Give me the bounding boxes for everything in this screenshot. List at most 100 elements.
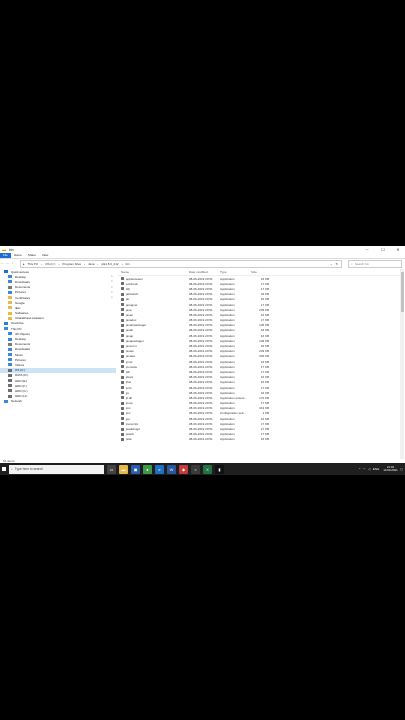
file-date: 08-06-2019 20:51 bbox=[189, 437, 213, 442]
file-name: javapackager bbox=[126, 338, 144, 343]
nav-item[interactable]: Network bbox=[0, 399, 116, 404]
network-icon bbox=[4, 399, 8, 403]
breadcrumb-java[interactable]: Java bbox=[88, 262, 94, 266]
search-box[interactable]: ⌕ Search bin bbox=[348, 260, 402, 268]
notification-icon[interactable]: ▢ bbox=[400, 467, 403, 471]
pictures-icon bbox=[8, 358, 12, 362]
clock[interactable]: 21:02 10-09-2021 bbox=[383, 465, 397, 473]
column-size[interactable]: Size bbox=[251, 270, 281, 274]
application-icon bbox=[121, 282, 124, 286]
nav-item-label: Softwares bbox=[15, 311, 29, 316]
file-name: jconsole bbox=[126, 364, 138, 369]
excel-icon[interactable]: X bbox=[203, 464, 212, 474]
file-size: 16 KB bbox=[260, 297, 269, 302]
file-size: 17 KB bbox=[260, 286, 269, 291]
close-button[interactable]: ✕ bbox=[393, 246, 403, 253]
nav-item-label: Videos bbox=[15, 362, 25, 367]
tab-home[interactable]: Home bbox=[11, 253, 25, 258]
column-date-modified[interactable]: Date modified bbox=[189, 270, 220, 274]
taskbar-search[interactable]: ⌕ Type here to search bbox=[9, 464, 104, 474]
taskbar: ⌕ Type here to search ▭ ▬ ◼ ● e W ◆ > X ▮ ^ ◠ ◁ E… bbox=[0, 463, 405, 475]
file-type: Application bbox=[220, 437, 235, 442]
wifi-icon[interactable]: ◠ bbox=[363, 467, 366, 471]
file-name: idlj bbox=[126, 286, 130, 291]
file-date: 08-06-2019 20:51 bbox=[189, 364, 213, 369]
minimize-button[interactable]: ─ bbox=[362, 246, 372, 253]
breadcrumb-jdk[interactable]: jdk1.8.0_212 bbox=[101, 262, 118, 266]
application-icon bbox=[121, 401, 124, 405]
breadcrumb-program-files[interactable]: Program Files bbox=[62, 262, 81, 266]
table-row[interactable]: jstat 08-06-2019 20:51 Application 16 KB bbox=[118, 437, 400, 442]
file-size: 203 KB bbox=[259, 349, 269, 354]
file-name: jli.dll bbox=[126, 395, 132, 400]
vertical-scrollbar[interactable] bbox=[400, 269, 404, 459]
file-name: jcmd bbox=[126, 359, 133, 364]
tab-share[interactable]: Share bbox=[25, 253, 39, 258]
file-type: Application bbox=[220, 292, 235, 297]
file-type: Application bbox=[220, 307, 235, 312]
up-arrow-icon[interactable]: ↑ bbox=[10, 261, 15, 265]
volume-icon[interactable]: ◁ bbox=[368, 467, 370, 471]
store-icon[interactable]: ◼ bbox=[131, 464, 140, 474]
scrollbar-thumb[interactable] bbox=[400, 272, 404, 312]
column-name[interactable]: Name bbox=[118, 270, 189, 274]
file-date: 08-06-2019 20:51 bbox=[189, 359, 213, 364]
file-name: jrunscript bbox=[126, 421, 139, 426]
chrome-icon[interactable]: ● bbox=[143, 464, 152, 474]
file-size: 172 KB bbox=[259, 395, 269, 400]
file-name: javap bbox=[126, 333, 134, 338]
nav-item-label: HDD (G:) bbox=[15, 388, 28, 393]
application-icon bbox=[121, 437, 124, 441]
edge-icon[interactable]: e bbox=[155, 464, 164, 474]
file-name: javadoc bbox=[126, 318, 137, 323]
application-icon bbox=[121, 391, 124, 395]
chevron-down-icon[interactable]: ⌄ bbox=[330, 262, 333, 266]
task-view-icon[interactable]: ▭ bbox=[107, 464, 116, 474]
file-type: Application bbox=[220, 416, 235, 421]
drive-icon bbox=[8, 394, 12, 398]
file-size: 145 KB bbox=[259, 323, 269, 328]
file-name-cell: jhat bbox=[118, 380, 189, 384]
chevron-right-icon: › bbox=[58, 261, 60, 266]
tab-file[interactable]: File bbox=[0, 253, 11, 258]
terminal-icon[interactable]: > bbox=[191, 464, 200, 474]
folder-icon: ▬ bbox=[2, 247, 6, 252]
file-date: 08-06-2019 20:51 bbox=[189, 318, 213, 323]
file-name-cell: idlj bbox=[118, 287, 189, 291]
file-date: 08-06-2019 20:51 bbox=[189, 323, 213, 328]
refresh-icon[interactable]: ↻ bbox=[335, 262, 338, 266]
breadcrumb-this-pc[interactable]: This PC bbox=[28, 262, 39, 266]
address-bar[interactable]: ▸ This PC › OS (C:) › Program Files › Java ›… bbox=[20, 260, 342, 268]
chevron-up-icon[interactable]: ^ bbox=[359, 467, 360, 471]
breadcrumb-os-c[interactable]: OS (C:) bbox=[45, 262, 55, 266]
nav-item-label: 3D Objects bbox=[15, 331, 30, 336]
application-icon bbox=[121, 313, 124, 317]
file-size: 16 KB bbox=[260, 344, 269, 349]
app-icon[interactable]: ◆ bbox=[179, 464, 188, 474]
file-name-cell: jli.dll bbox=[118, 396, 189, 400]
language-indicator[interactable]: ENG bbox=[373, 467, 380, 471]
file-name-cell: jdeps bbox=[118, 375, 189, 379]
file-size: 17 KB bbox=[260, 421, 269, 426]
file-rows: appletviewer 08-06-2019 20:51 Application 1… bbox=[118, 276, 400, 442]
file-size: 16 KB bbox=[260, 390, 269, 395]
file-explorer-icon[interactable]: ▬ bbox=[119, 464, 128, 474]
nav-item-label: Downloads bbox=[15, 347, 30, 352]
word-icon[interactable]: W bbox=[167, 464, 176, 474]
nav-item-label: DATA (D:) bbox=[15, 373, 29, 378]
file-type: Application extens... bbox=[220, 395, 247, 400]
tab-view[interactable]: View bbox=[39, 253, 51, 258]
file-name: jmap bbox=[126, 401, 133, 406]
file-size: 17 KB bbox=[260, 401, 269, 406]
file-name-cell: java bbox=[118, 308, 189, 312]
file-type: Application bbox=[220, 286, 235, 291]
command-prompt-icon[interactable]: ▮ bbox=[215, 464, 224, 474]
column-type[interactable]: Type bbox=[220, 270, 251, 274]
start-button[interactable] bbox=[0, 463, 8, 475]
breadcrumb-bin[interactable]: bin bbox=[126, 262, 130, 266]
file-name-cell: extcheck bbox=[118, 282, 189, 286]
file-date: 08-06-2019 20:51 bbox=[189, 302, 213, 307]
file-type: Configuration sett... bbox=[220, 411, 247, 416]
file-date: 08-06-2019 20:51 bbox=[189, 281, 213, 286]
maximize-button[interactable]: ☐ bbox=[378, 246, 388, 253]
